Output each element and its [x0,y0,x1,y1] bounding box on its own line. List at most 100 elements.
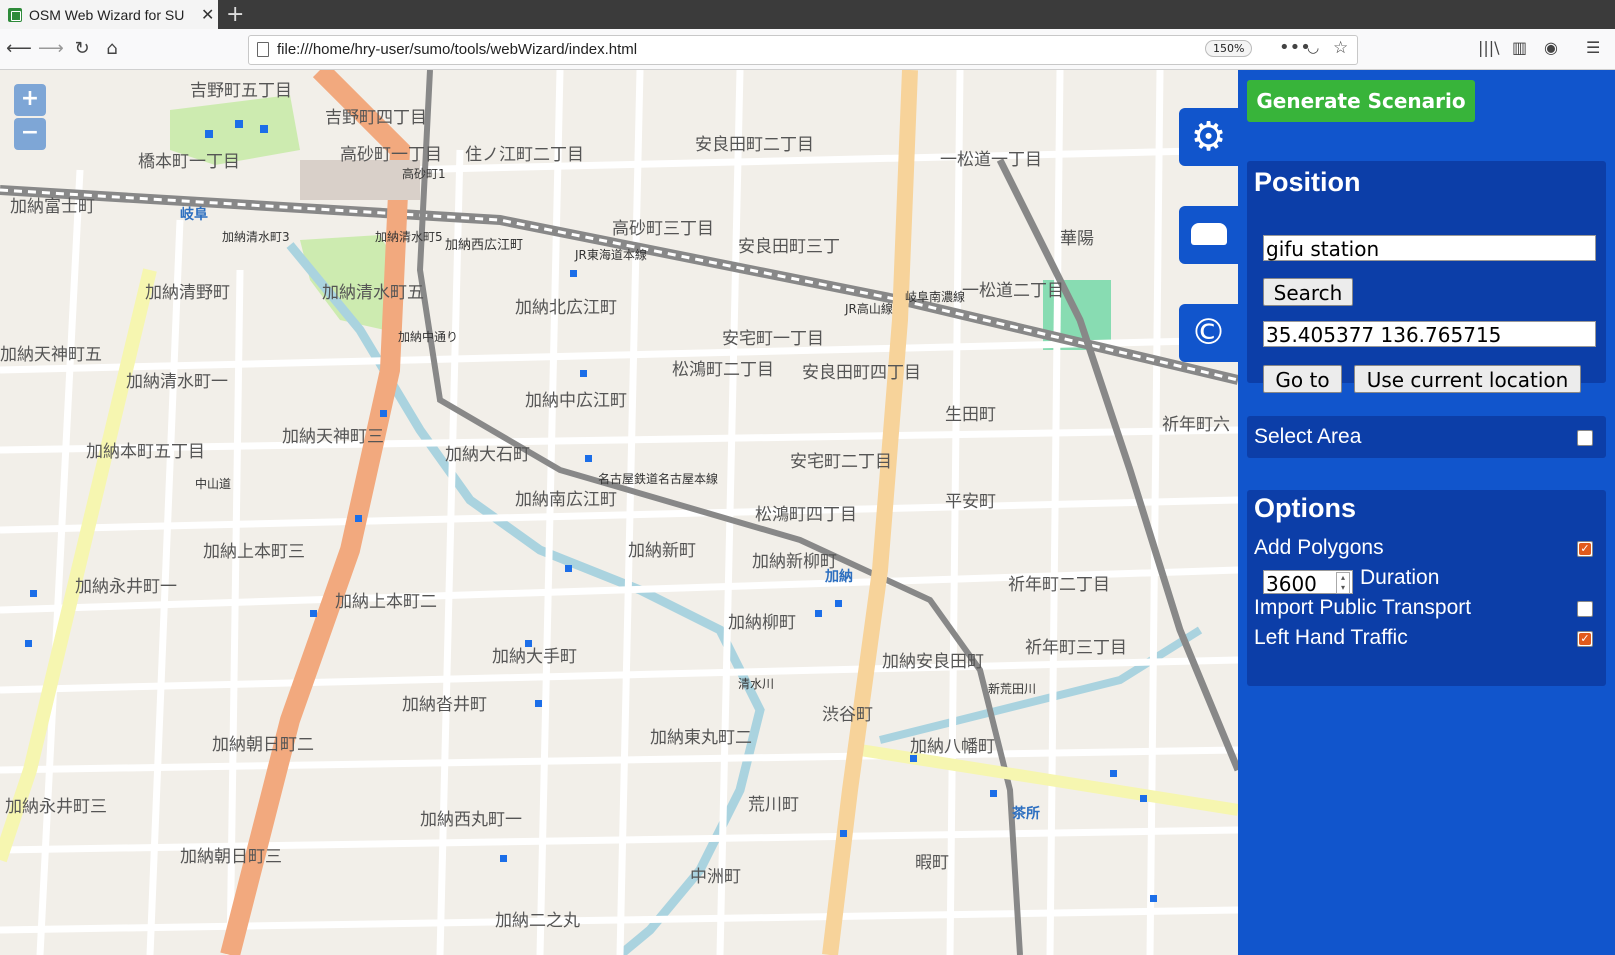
map-label: 加納清野町 [145,283,230,303]
select-area-label: Select Area [1254,425,1362,448]
station-label: 岐阜 [180,207,208,223]
sidebar-toggle-icon[interactable]: ▥ [1512,38,1527,57]
duration-input[interactable]: 3600 ▴ ▾ [1263,570,1353,596]
close-tab-icon[interactable]: ✕ [201,5,214,24]
goto-button[interactable]: Go to [1263,365,1342,393]
add-polygons-checkbox[interactable] [1577,541,1593,557]
map-label: 渋谷町 [822,705,873,725]
url-text: file:///home/hry-user/sumo/tools/webWiza… [277,41,638,58]
map-label: 住ノ江町二丁目 [465,145,584,165]
coordinates-input[interactable]: 35.405377 136.765715 [1263,321,1596,347]
vehicles-tab[interactable] [1179,206,1238,264]
options-title: Options [1254,493,1356,523]
zoom-in-button[interactable]: + [14,84,46,116]
station-label: 加納 [825,569,853,585]
map-label: 祈年町六 [1162,415,1230,435]
search-input[interactable]: gifu station [1263,235,1596,261]
map-label: 加納上本町三 [203,542,305,562]
map-label: 加納沓井町 [402,695,487,715]
map-label: 加納大石町 [445,445,530,465]
tab-title: OSM Web Wizard for SU [29,6,185,23]
map-label: 加納富士町 [10,197,95,217]
back-arrow-icon[interactable]: ⟵ [6,38,32,59]
left-hand-traffic-checkbox[interactable] [1577,631,1593,647]
map-label: 荒川町 [748,795,799,815]
bookmark-star-icon[interactable]: ☆ [1333,38,1348,58]
select-area-checkbox[interactable] [1577,430,1593,446]
duration-label: Duration [1360,566,1440,589]
road-label: 岐阜南濃線 [905,290,966,304]
menu-hamburger-icon[interactable]: ☰ [1586,38,1600,57]
map-label: 一松道二丁目 [962,281,1064,301]
select-area-box: Select Area [1247,416,1606,458]
map-label: 加納天神町三 [282,427,384,447]
map-label: 吉野町五丁目 [190,81,292,101]
sumo-favicon-icon [8,7,22,22]
settings-tab[interactable]: ⚙ [1179,108,1238,166]
map-label: 祈年町三丁目 [1025,638,1127,658]
station-label: 茶所 [1012,806,1040,822]
road-label: 新荒田川 [988,682,1037,696]
search-button[interactable]: Search [1263,278,1353,306]
duration-stepper-icon[interactable]: ▴ ▾ [1336,572,1350,594]
public-transport-checkbox[interactable] [1577,601,1593,617]
car-icon [1190,223,1227,245]
duration-value: 3600 [1266,572,1317,596]
zoom-level-badge[interactable]: 150% [1205,40,1253,57]
map-label: 加納永井町三 [5,797,107,817]
browser-tab[interactable]: OSM Web Wizard for SU ✕ [0,0,218,29]
account-icon[interactable]: ◉ [1544,38,1558,57]
wizard-panel: Generate Scenario Position gifu station … [1238,70,1615,955]
road-label: 加納清水町5 [375,230,443,244]
map-label: 高砂町三丁目 [612,219,714,239]
home-icon[interactable]: ⌂ [100,38,124,59]
map-label: 生田町 [945,405,996,425]
map-view[interactable]: + − 吉野町五丁目 吉野町四丁目 橋本町一丁目 高砂町一丁目 住ノ江町二丁目 … [0,70,1238,955]
map-label: 平安町 [945,492,996,512]
map-label: 加納西丸町一 [420,810,522,830]
map-label: 加納南広江町 [515,490,617,510]
options-box: Options Add Polygons 3600 ▴▾ Duration Im… [1247,490,1606,686]
map-label: 加納西広江町 [445,238,524,253]
position-title: Position [1254,167,1361,197]
map-label: 加納安良田町 [882,652,984,672]
zoom-out-button[interactable]: − [14,118,46,150]
road-label: 清水川 [738,677,775,691]
map-label: 松鴻町二丁目 [672,360,774,380]
copyright-tab[interactable]: © [1179,304,1238,362]
map-tiles [0,70,1238,955]
forward-arrow-icon[interactable]: ⟶ [38,38,64,59]
map-label: 加納清水町一 [126,372,228,392]
road-label: 高砂町1 [402,167,446,181]
use-current-location-button[interactable]: Use current location [1354,365,1581,393]
map-label: 橋本町一丁目 [138,152,240,172]
map-label: 安宅町二丁目 [790,452,892,472]
library-icon[interactable]: |||\ [1478,38,1500,57]
map-label: 加納二之丸 [495,911,580,931]
map-label: 暇町 [915,853,949,873]
map-label: 加納新町 [628,541,696,561]
map-label: 加納大手町 [492,647,577,667]
map-label: 高砂町一丁目 [340,145,442,165]
map-label: 吉野町四丁目 [325,108,427,128]
browser-nav-bar: ⟵ ⟶ ↻ ⌂ file:///home/hry-user/sumo/tools… [0,29,1615,70]
map-label: 加納天神町五 [0,345,102,365]
map-label: 加納本町五丁目 [86,442,205,462]
map-label: 加納清水町五 [322,283,424,303]
road-label: JR高山線 [845,302,893,316]
map-label: 安良田町三丁 [738,237,840,257]
map-label: 華陽 [1060,229,1094,249]
map-label: 加納東丸町二 [650,728,752,748]
map-label: 加納柳町 [728,613,796,633]
left-hand-traffic-label: Left Hand Traffic [1254,626,1408,649]
map-label: 松鴻町四丁目 [755,505,857,525]
generate-scenario-button[interactable]: Generate Scenario [1247,80,1475,122]
map-label: 安宅町一丁目 [722,329,824,349]
copyright-icon: © [1190,312,1227,353]
reload-icon[interactable]: ↻ [70,38,94,59]
new-tab-icon[interactable]: + [226,2,244,27]
gear-icon: ⚙ [1190,114,1227,160]
map-label: 加納八幡町 [910,737,995,757]
pocket-icon[interactable]: ◡ [1307,40,1319,56]
address-bar[interactable]: file:///home/hry-user/sumo/tools/webWiza… [248,35,1358,65]
